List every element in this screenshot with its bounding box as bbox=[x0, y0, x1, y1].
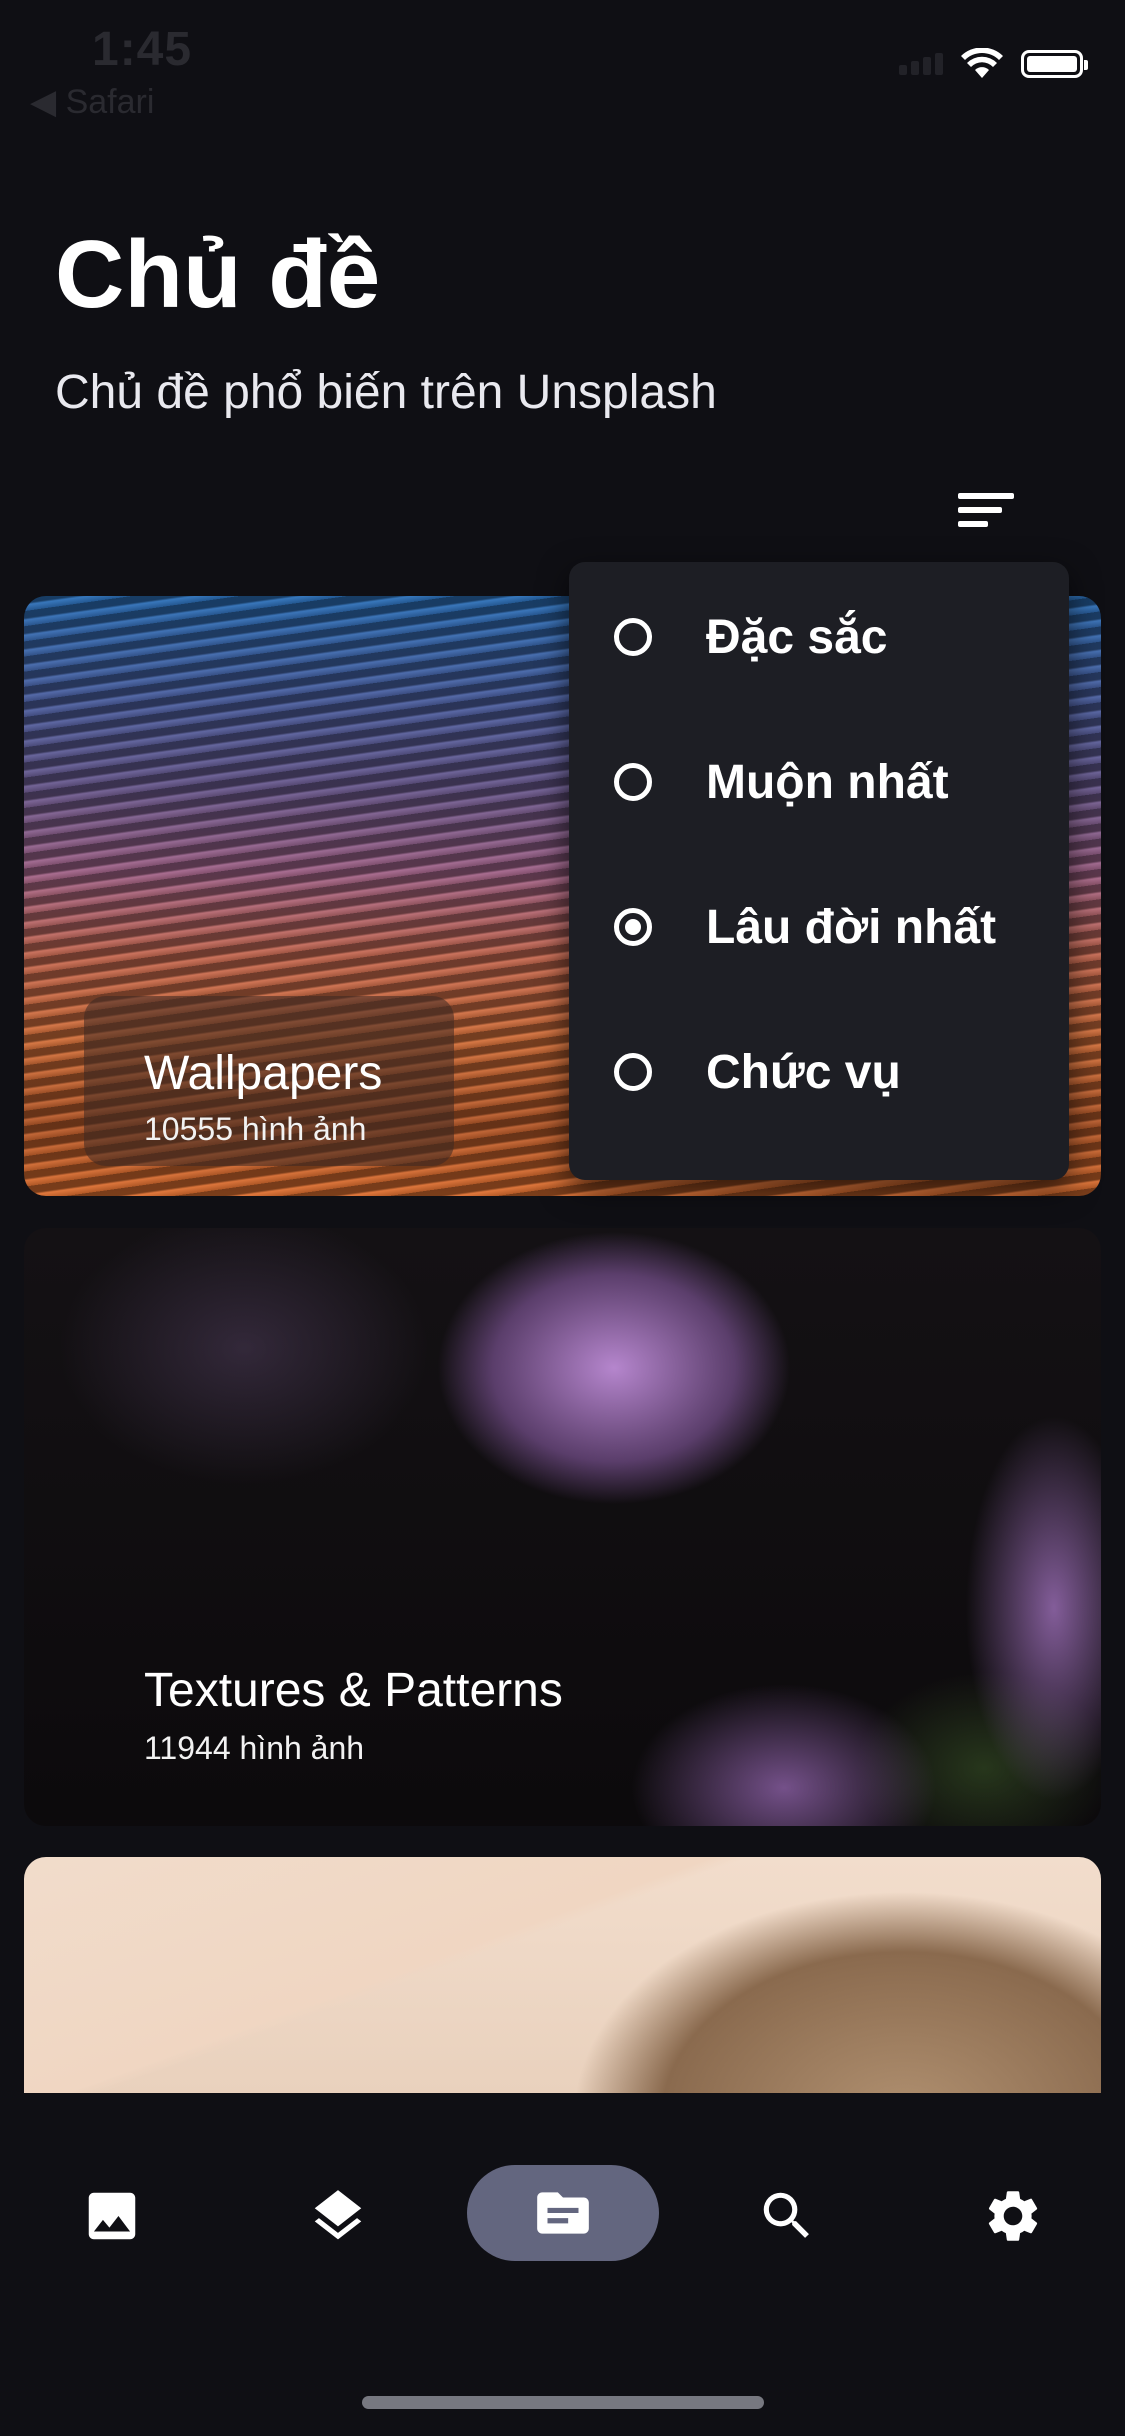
sort-option-featured[interactable]: Đặc sắc bbox=[569, 567, 1069, 707]
battery-icon bbox=[1021, 50, 1088, 78]
sort-option-oldest[interactable]: Lâu đời nhất bbox=[569, 857, 1069, 997]
radio-unselected-icon bbox=[614, 763, 652, 801]
nav-collections[interactable] bbox=[278, 2166, 398, 2266]
topic-card-label: Textures & Patterns 11944 hình ảnh bbox=[84, 1658, 684, 1808]
layers-icon bbox=[314, 2190, 362, 2240]
radio-unselected-icon bbox=[614, 1053, 652, 1091]
sort-icon[interactable] bbox=[958, 478, 1038, 542]
nav-photos[interactable] bbox=[52, 2166, 172, 2266]
page-title: Chủ đề bbox=[55, 221, 381, 328]
bottom-nav bbox=[0, 2093, 1125, 2436]
settings-icon bbox=[988, 2191, 1038, 2241]
sort-option-position[interactable]: Chức vụ bbox=[569, 1002, 1069, 1142]
sort-option-label: Chức vụ bbox=[706, 1045, 901, 1099]
nav-search[interactable] bbox=[727, 2166, 847, 2266]
topic-count: 11944 hình ảnh bbox=[144, 1730, 365, 1766]
topic-title: Wallpapers bbox=[144, 1047, 383, 1100]
sort-option-latest[interactable]: Muộn nhất bbox=[569, 712, 1069, 852]
sort-option-label: Đặc sắc bbox=[706, 610, 888, 664]
sort-option-label: Muộn nhất bbox=[706, 755, 949, 809]
radio-unselected-icon bbox=[614, 618, 652, 656]
nav-topics[interactable] bbox=[467, 2165, 659, 2261]
sort-menu: Đặc sắc Muộn nhất Lâu đời nhất Chức vụ bbox=[569, 562, 1069, 1180]
topic-icon bbox=[537, 2192, 589, 2234]
image-icon bbox=[88, 2192, 136, 2240]
wifi-icon bbox=[961, 48, 1003, 78]
status-time: 1:45 bbox=[92, 23, 193, 76]
topic-title: Textures & Patterns bbox=[144, 1664, 563, 1717]
topic-card-label: Wallpapers 10555 hình ảnh bbox=[84, 996, 454, 1166]
status-icons bbox=[899, 48, 1088, 80]
home-indicator[interactable] bbox=[362, 2396, 764, 2409]
topic-card-partial[interactable] bbox=[24, 1857, 1101, 2093]
topic-card-textures-patterns[interactable]: Textures & Patterns 11944 hình ảnh bbox=[24, 1228, 1101, 1826]
status-bar: 1:45 ◀ Safari bbox=[0, 0, 1125, 130]
page-subtitle: Chủ đề phổ biến trên Unsplash bbox=[55, 366, 717, 419]
search-icon bbox=[763, 2192, 809, 2238]
nav-settings[interactable] bbox=[953, 2166, 1073, 2266]
sort-option-label: Lâu đời nhất bbox=[706, 900, 997, 954]
radio-selected-icon bbox=[614, 908, 652, 946]
back-to-safari-link[interactable]: ◀ Safari bbox=[30, 82, 154, 122]
topic-count: 10555 hình ảnh bbox=[144, 1111, 367, 1147]
cellular-signal-icon bbox=[899, 53, 943, 75]
